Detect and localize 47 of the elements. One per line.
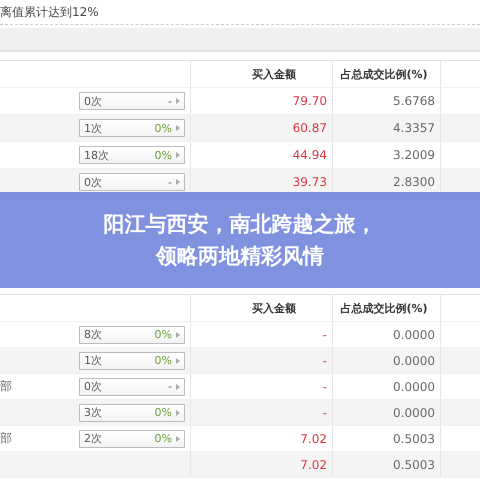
table-cell: 4.3357 [393,121,435,135]
note-text: 离值累计达到12% [0,0,480,25]
table-cell: - [322,328,327,342]
table-cell: 39.73 [292,175,327,189]
banner-title: 领略两地精彩风情 [156,243,324,269]
table-cell: 60.87 [292,121,327,135]
table-cell: - [322,354,327,368]
column-header: 买入金额 [252,300,296,316]
table-cell: - [322,406,327,420]
table-cell: 79.70 [292,94,327,108]
banner-title: 阳江与西安，南北跨越之旅， [104,211,376,237]
table-cell: 2.8300 [393,175,435,189]
caret-icon [176,384,180,390]
table-cell: 44.94 [292,148,327,162]
table-cell: 0.0000 [393,406,435,420]
column-header: 占总成交比例(%) [340,66,428,82]
caret-icon [176,436,180,442]
table-cell: 7.02 [300,432,327,446]
caret-icon [176,98,180,104]
caret-icon [176,152,180,158]
table-cell: 7.02 [300,458,327,472]
count-dropdown[interactable]: 2次 0% [79,430,185,448]
table-cell: 0.5003 [393,458,435,472]
caret-icon [176,332,180,338]
table-cell: 0.0000 [393,328,435,342]
column-header: 占总成交比例(%) [340,300,428,316]
table-cell: 0.0000 [393,354,435,368]
table-cell: 3.2009 [393,148,435,162]
count-dropdown[interactable]: 1次 0% [79,352,185,370]
count-dropdown[interactable]: 8次 0% [79,326,185,344]
caret-icon [176,125,180,131]
count-dropdown[interactable]: 0次 - [79,92,185,110]
column-header: 买入金额 [252,66,296,82]
count-dropdown[interactable]: 3次 0% [79,404,185,422]
count-dropdown[interactable]: 18次 0% [79,146,185,164]
count-dropdown[interactable]: 0次 - [79,173,185,191]
caret-icon [176,358,180,364]
count-dropdown[interactable]: 1次 0% [79,119,185,137]
caret-icon [176,410,180,416]
table-cell: 部 [0,430,12,447]
table-cell: 5.6768 [393,94,435,108]
caret-icon [176,179,180,185]
table-cell: - [322,380,327,394]
table-cell: 0.5003 [393,432,435,446]
table-cell: 部 [0,378,12,395]
table-cell: 0.0000 [393,380,435,394]
count-dropdown[interactable]: 0次 - [79,378,185,396]
